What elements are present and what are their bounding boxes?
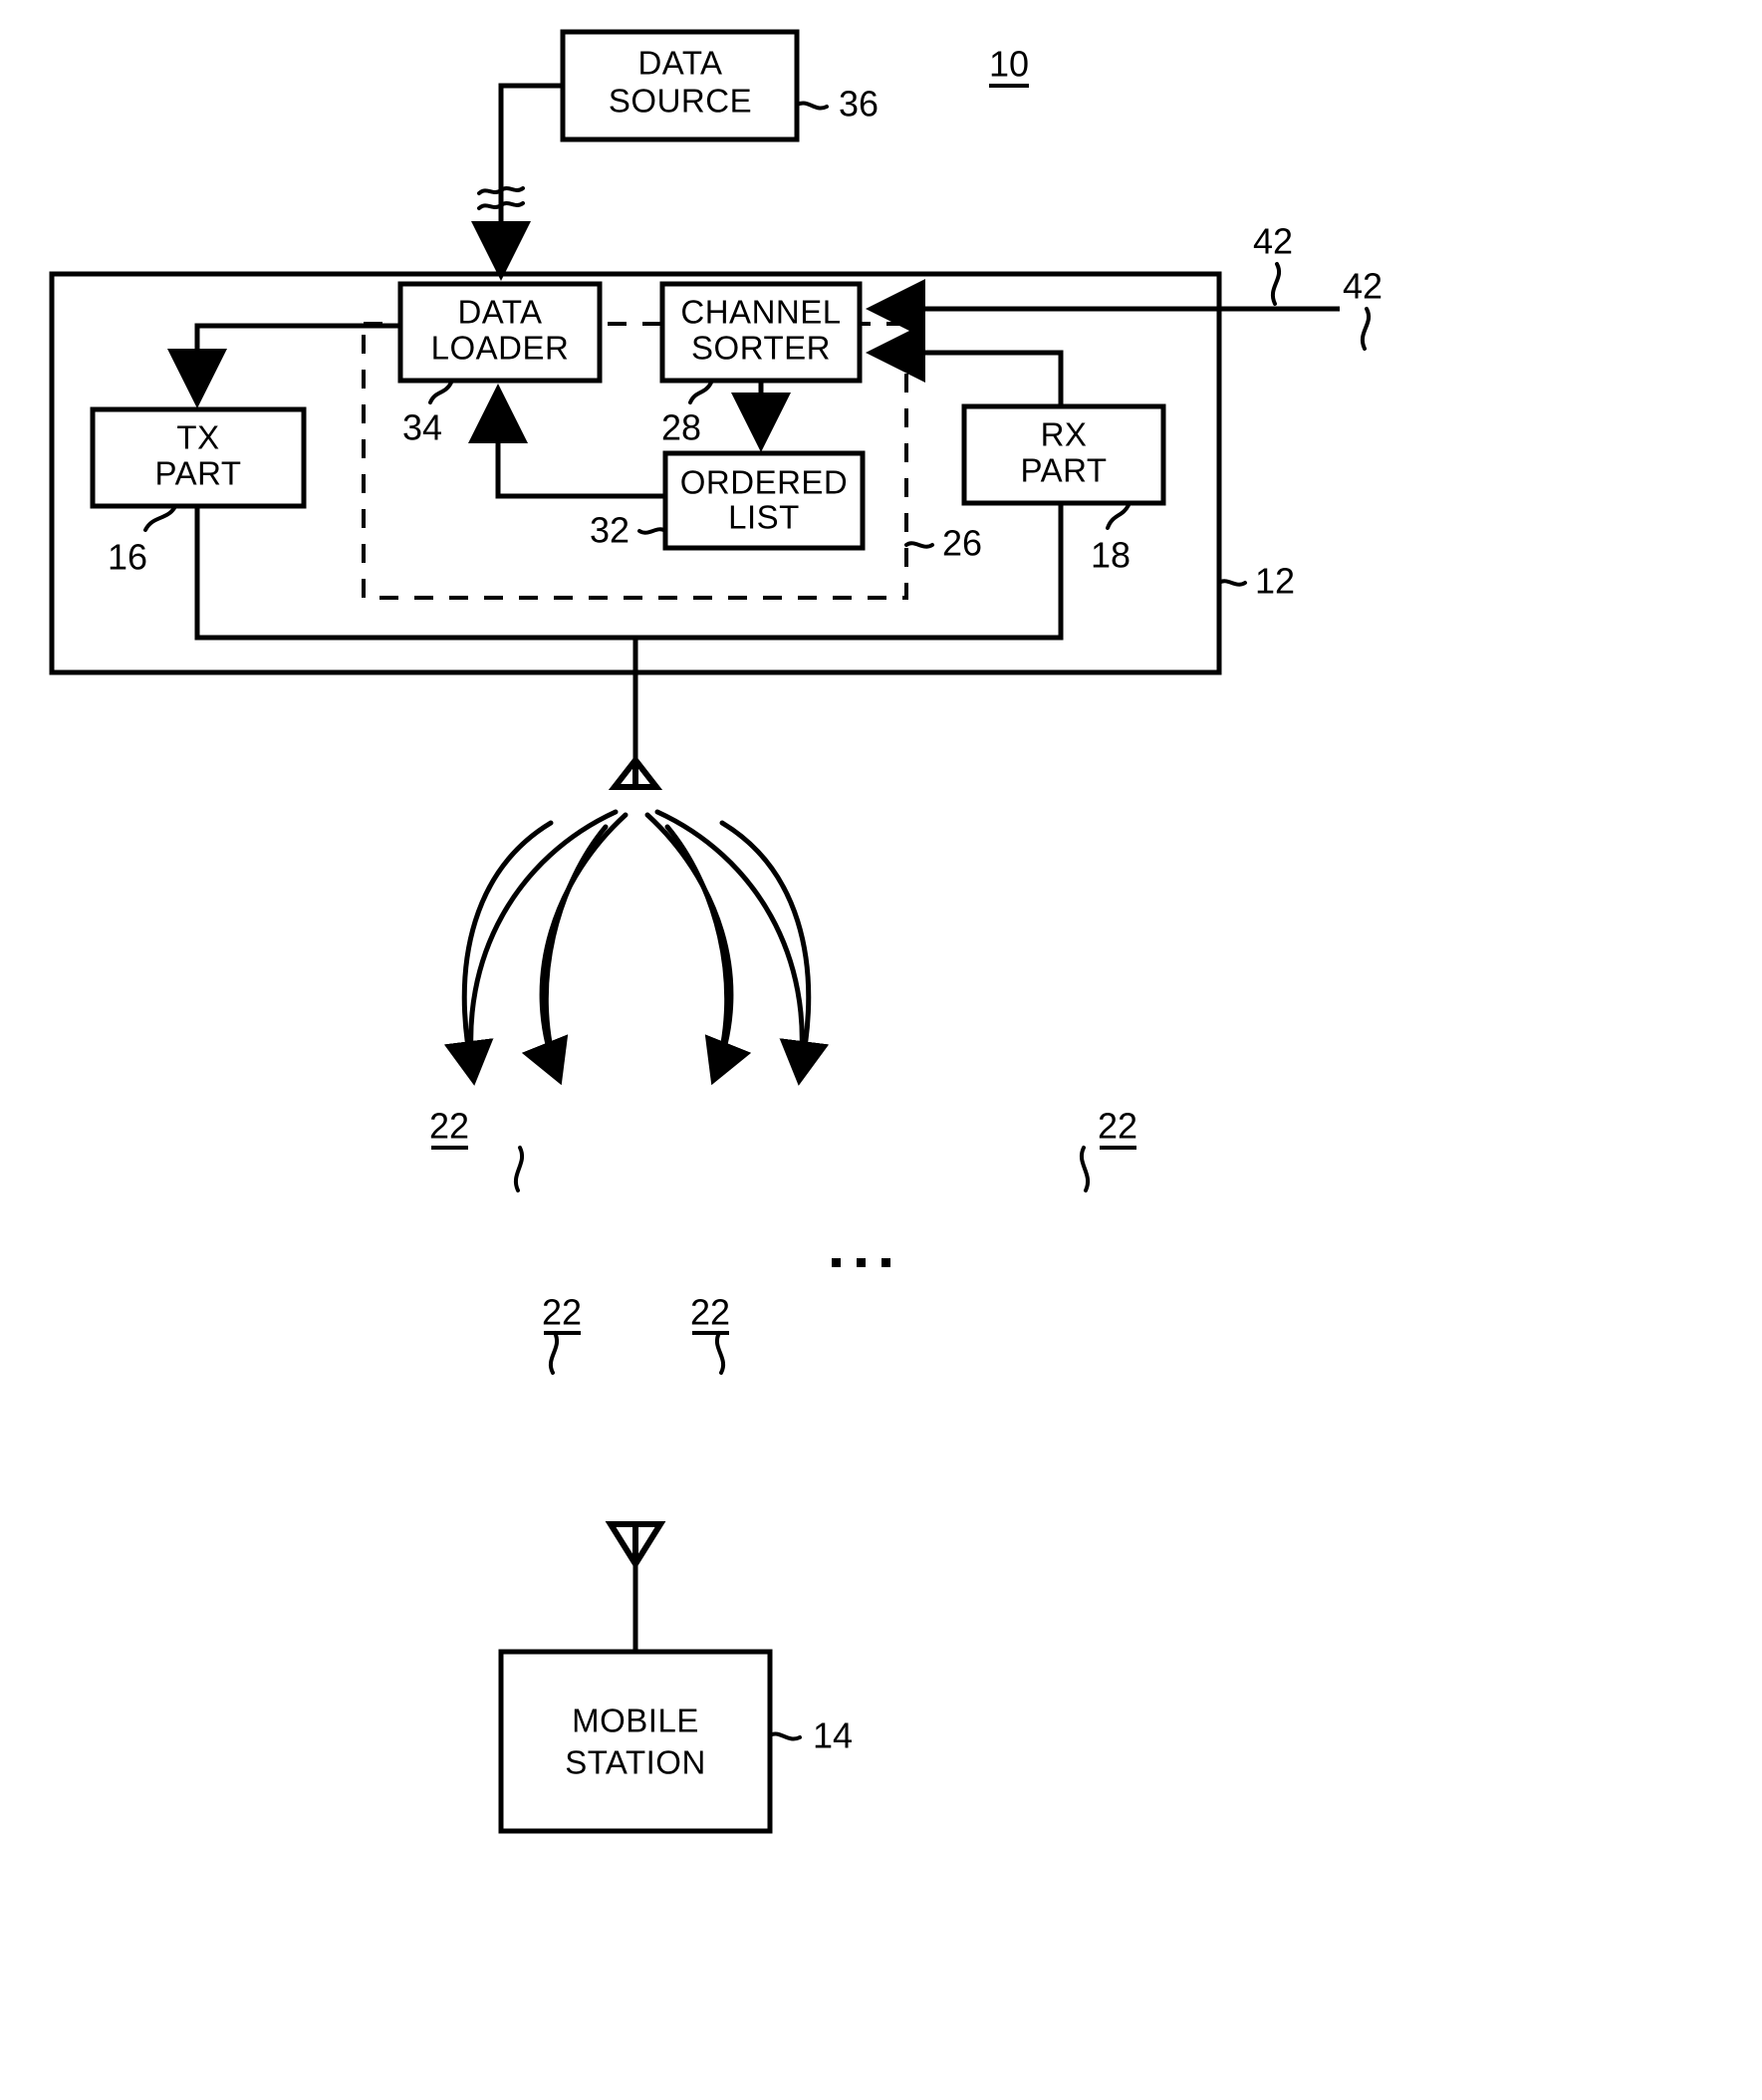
patent-figure: DATA SOURCE 36 10 DATA LOADER 34 CHANNEL… [0, 0, 1762, 2100]
figure-canvas-overlay [0, 0, 1762, 2100]
